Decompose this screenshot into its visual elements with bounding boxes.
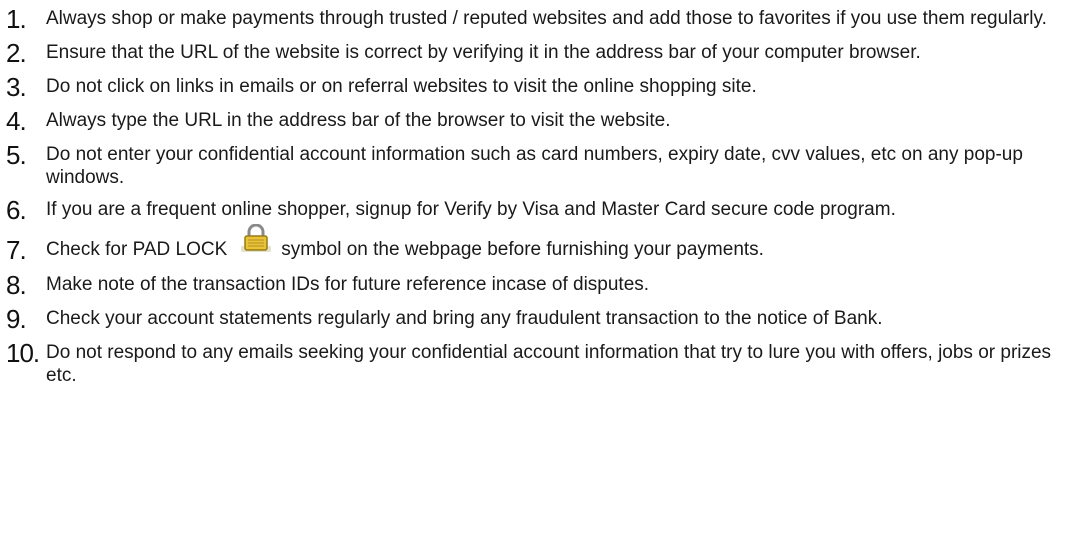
tip-text: Always type the URL in the address bar o…	[46, 110, 671, 131]
tip-item-10: 10. Do not respond to any emails seeking…	[0, 340, 1078, 387]
padlock-icon-wrapper	[227, 224, 281, 264]
tip-text: Make note of the transaction IDs for fut…	[46, 274, 650, 295]
tip-item-3: 3. Do not click on links in emails or on…	[0, 74, 1078, 100]
tip-text: Always shop or make payments through tru…	[46, 8, 1047, 29]
tip-item-7: 7. Check for PAD LOCK symbol on the webp…	[0, 224, 1078, 265]
tip-text: Do not click on links in emails or on re…	[46, 76, 757, 97]
padlock-icon	[241, 224, 272, 252]
tip-text: Check your account statements regularly …	[46, 308, 883, 329]
tip-number: 7.	[6, 235, 27, 265]
tip-item-9: 9. Check your account statements regular…	[0, 306, 1078, 332]
tip-text: Ensure that the URL of the website is co…	[46, 42, 921, 63]
tip-text: Do not respond to any emails seeking you…	[46, 342, 1052, 386]
tip-text-before-icon: Check for PAD LOCK	[46, 239, 228, 260]
tip-item-6: 6. If you are a frequent online shopper,…	[0, 197, 1078, 223]
tip-item-2: 2. Ensure that the URL of the website is…	[0, 40, 1078, 66]
tip-item-5: 5. Do not enter your confidential accoun…	[0, 142, 1078, 189]
tip-number: 2.	[6, 38, 27, 68]
tip-number: 10.	[6, 338, 40, 368]
tip-text: Check for PAD LOCK symbol on the webpage…	[46, 224, 1078, 264]
tip-number: 9.	[6, 304, 27, 334]
tip-number: 8.	[6, 270, 27, 300]
tip-number: 6.	[6, 195, 27, 225]
tip-number: 4.	[6, 106, 27, 136]
tip-number: 3.	[6, 72, 27, 102]
tip-text: Do not enter your confidential account i…	[46, 144, 1023, 188]
tip-text: If you are a frequent online shopper, si…	[46, 199, 896, 220]
tip-text-after-icon: symbol on the webpage before furnishing …	[281, 239, 764, 260]
tip-item-8: 8. Make note of the transaction IDs for …	[0, 272, 1078, 298]
tip-item-4: 4. Always type the URL in the address ba…	[0, 108, 1078, 134]
tip-number: 1.	[6, 4, 27, 34]
tip-item-1: 1. Always shop or make payments through …	[0, 6, 1078, 32]
tip-number: 5.	[6, 140, 27, 170]
safety-tips-list: 1. Always shop or make payments through …	[0, 0, 1078, 387]
